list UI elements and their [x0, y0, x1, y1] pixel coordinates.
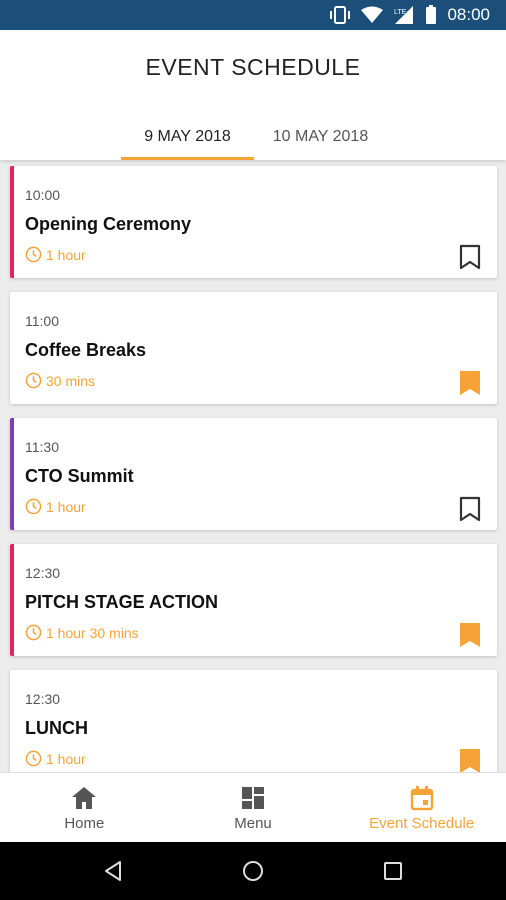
event-time: 10:00: [25, 187, 61, 203]
clock-icon: [25, 624, 42, 641]
nav-item-event-schedule[interactable]: Event Schedule: [337, 773, 506, 842]
event-duration: 1 hour: [25, 750, 86, 767]
date-tabs: 9 MAY 2018 10 MAY 2018: [0, 114, 506, 160]
back-icon[interactable]: [101, 859, 125, 883]
event-duration: 1 hour: [25, 246, 86, 263]
grid-icon: [242, 786, 264, 809]
status-bar: LTE 08:00: [0, 0, 506, 30]
home-circle-icon[interactable]: [241, 859, 265, 883]
vibrate-icon: [329, 5, 351, 25]
event-card[interactable]: 12:30 PITCH STAGE ACTION 1 hour 30 mins: [10, 544, 497, 656]
event-duration: 30 mins: [25, 372, 95, 389]
bookmark-outline-icon[interactable]: [459, 496, 481, 522]
app-header: EVENT SCHEDULE 9 MAY 2018 10 MAY 2018: [0, 30, 506, 160]
event-card[interactable]: 10:00 Opening Ceremony 1 hour: [10, 166, 497, 278]
status-time: 08:00: [447, 5, 490, 24]
nav-label: Event Schedule: [369, 814, 475, 832]
duration-text: 30 mins: [46, 372, 96, 389]
nav-label: Menu: [234, 814, 272, 832]
battery-icon: [425, 5, 437, 25]
nav-item-home[interactable]: Home: [0, 773, 169, 842]
event-time: 12:30: [25, 691, 61, 707]
event-title: PITCH STAGE ACTION: [25, 592, 218, 612]
event-card[interactable]: 12:30 LUNCH 1 hour: [10, 670, 497, 772]
event-accent-bar: [10, 418, 14, 530]
duration-text: 1 hour: [46, 246, 86, 263]
network-type-label: LTE: [394, 9, 407, 16]
event-time: 11:30: [25, 439, 59, 455]
system-navigation-bar: [0, 842, 506, 900]
event-card[interactable]: 11:00 Coffee Breaks 30 mins: [10, 292, 497, 404]
event-title: Opening Ceremony: [25, 214, 192, 234]
event-card[interactable]: 11:30 CTO Summit 1 hour: [10, 418, 497, 530]
event-title: LUNCH: [25, 718, 88, 738]
active-tab-indicator: [121, 157, 254, 160]
clock-icon: [25, 750, 42, 767]
cellular-signal-icon: LTE: [393, 5, 415, 25]
tab-label: 10 MAY 2018: [272, 128, 369, 145]
home-icon: [72, 786, 97, 809]
tab-label: 9 MAY 2018: [144, 128, 231, 145]
event-time: 12:30: [25, 565, 61, 581]
bookmark-filled-icon[interactable]: [459, 622, 481, 648]
clock-icon: [25, 372, 42, 389]
event-time: 11:00: [25, 313, 59, 329]
event-list[interactable]: 10:00 Opening Ceremony 1 hour 11:00 Coff…: [0, 160, 506, 772]
recents-icon[interactable]: [381, 859, 405, 883]
event-duration: 1 hour 30 mins: [25, 624, 139, 641]
event-accent-bar: [10, 544, 14, 656]
tab-9-may-2018[interactable]: 9 MAY 2018: [121, 114, 254, 160]
event-duration: 1 hour: [25, 498, 86, 515]
clock-icon: [25, 498, 42, 515]
bookmark-outline-icon[interactable]: [459, 244, 481, 270]
page-title: EVENT SCHEDULE: [145, 54, 361, 80]
duration-text: 1 hour 30 mins: [46, 624, 139, 641]
duration-text: 1 hour: [46, 498, 86, 515]
bookmark-filled-icon[interactable]: [459, 748, 481, 772]
duration-text: 1 hour: [46, 750, 86, 767]
event-accent-bar: [10, 166, 14, 278]
event-title: Coffee Breaks: [25, 340, 147, 360]
calendar-icon: [410, 785, 433, 810]
bottom-navigation: Home Menu Event Schedule: [0, 772, 506, 842]
event-title: CTO Summit: [25, 466, 134, 486]
clock-icon: [25, 246, 42, 263]
nav-label: Home: [64, 814, 105, 832]
wifi-icon: [361, 6, 384, 24]
tab-10-may-2018[interactable]: 10 MAY 2018: [254, 114, 387, 160]
bookmark-filled-icon[interactable]: [459, 370, 481, 396]
nav-item-menu[interactable]: Menu: [169, 773, 338, 842]
